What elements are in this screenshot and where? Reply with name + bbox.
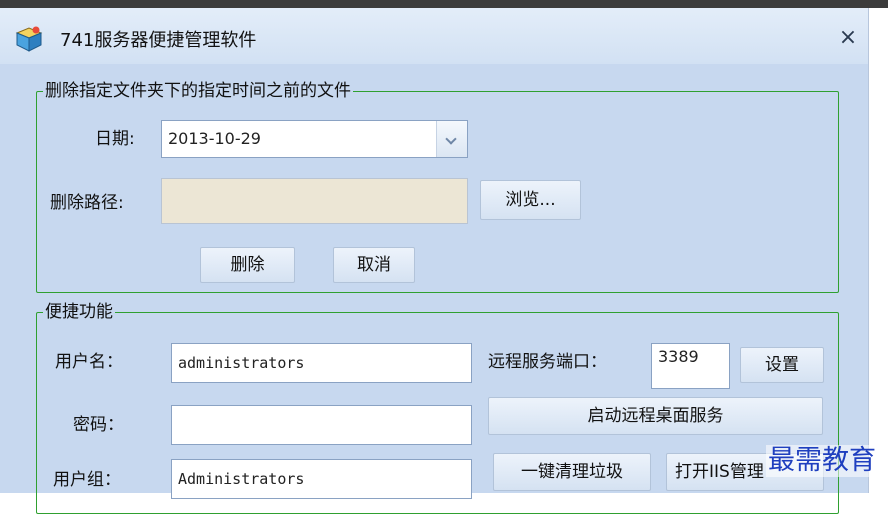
close-icon[interactable]: × xyxy=(834,24,862,52)
chevron-down-icon[interactable] xyxy=(436,121,467,157)
watermark-text: 最需教育 xyxy=(766,445,878,477)
delete-button[interactable]: 删除 xyxy=(200,247,295,283)
remote-port-value: 3389 xyxy=(658,347,699,366)
path-label: 删除路径: xyxy=(50,193,124,213)
usergroup-value: Administrators xyxy=(178,470,305,488)
username-value: administrators xyxy=(178,354,305,372)
start-remote-desktop-button[interactable]: 启动远程桌面服务 xyxy=(488,397,823,435)
app-box-icon xyxy=(15,26,43,52)
browse-button[interactable]: 浏览... xyxy=(480,180,581,220)
remote-port-label: 远程服务端口： xyxy=(488,352,607,372)
username-input[interactable]: administrators xyxy=(171,343,472,383)
app-window: 741服务器便捷管理软件 × 删除指定文件夹下的指定时间之前的文件 日期: 20… xyxy=(0,8,869,514)
quick-group-legend: 便捷功能 xyxy=(43,300,115,324)
remote-port-input[interactable]: 3389 xyxy=(651,343,730,389)
delete-path-field[interactable] xyxy=(161,178,468,224)
cancel-button[interactable]: 取消 xyxy=(333,247,415,283)
date-value: 2013-10-29 xyxy=(168,129,261,148)
date-picker[interactable]: 2013-10-29 xyxy=(161,120,468,158)
window-title: 741服务器便捷管理软件 xyxy=(60,30,257,51)
screen-top-bar xyxy=(0,0,888,8)
title-bar[interactable]: 741服务器便捷管理软件 × xyxy=(0,8,868,64)
password-input[interactable] xyxy=(171,405,472,445)
one-click-clean-button[interactable]: 一键清理垃圾 xyxy=(493,453,651,491)
usergroup-input[interactable]: Administrators xyxy=(171,459,472,499)
date-label: 日期: xyxy=(95,129,135,149)
usergroup-label: 用户组： xyxy=(53,470,121,490)
password-label: 密码： xyxy=(73,415,124,435)
delete-group-legend: 删除指定文件夹下的指定时间之前的文件 xyxy=(43,79,353,103)
username-label: 用户名： xyxy=(55,352,123,372)
delete-files-group: 删除指定文件夹下的指定时间之前的文件 日期: 2013-10-29 删除路径: … xyxy=(36,79,839,293)
quick-functions-group: 便捷功能 用户名： administrators 密码： 用户组： Admini… xyxy=(36,300,839,514)
set-port-button[interactable]: 设置 xyxy=(740,347,824,383)
